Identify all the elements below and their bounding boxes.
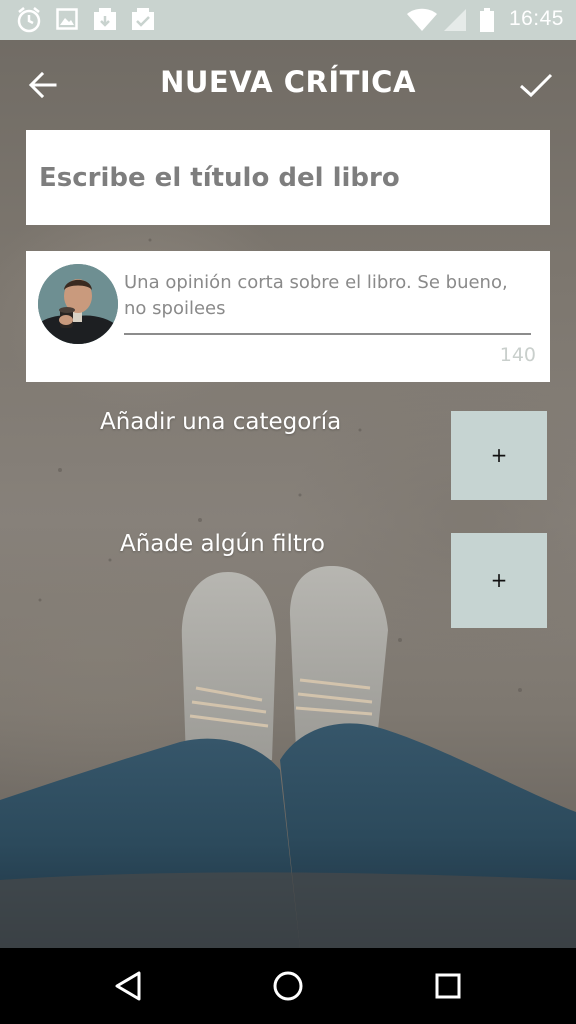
- battery-icon: [478, 7, 496, 37]
- download-icon: [92, 6, 118, 36]
- review-card: 140: [26, 251, 550, 382]
- recents-square-icon: [435, 973, 461, 999]
- check-icon: [519, 73, 553, 98]
- page-title: NUEVA CRÍTICA: [160, 65, 416, 99]
- navigation-bar: [0, 948, 576, 1024]
- checked-icon: [130, 6, 156, 36]
- review-input-underline: [124, 333, 531, 335]
- character-counter: 140: [499, 344, 536, 366]
- add-filter-button[interactable]: +: [451, 533, 547, 628]
- user-photo: [38, 264, 118, 344]
- nav-back-button[interactable]: [106, 966, 150, 1006]
- short-review-input[interactable]: [124, 270, 532, 332]
- status-time: 16:45: [508, 7, 564, 30]
- wifi-icon: [406, 8, 438, 36]
- status-bar: 16:45: [0, 0, 576, 40]
- home-circle-icon: [273, 971, 303, 1001]
- add-category-button[interactable]: +: [451, 411, 547, 500]
- nav-home-button[interactable]: [266, 966, 310, 1006]
- cell-signal-icon: [442, 8, 468, 36]
- add-filter-label: Añade algún filtro: [120, 531, 325, 557]
- back-triangle-icon: [115, 971, 141, 1001]
- alarm-icon: [16, 6, 42, 38]
- avatar[interactable]: [38, 264, 118, 344]
- image-icon: [56, 6, 78, 36]
- toolbar: NUEVA CRÍTICA: [0, 40, 576, 128]
- confirm-button[interactable]: [516, 64, 556, 106]
- nav-recents-button[interactable]: [426, 966, 470, 1006]
- book-title-input[interactable]: [26, 130, 550, 225]
- screen: 16:45 NUEVA CRÍTICA Escribe el título de…: [0, 0, 576, 1024]
- book-title-field: [26, 130, 550, 225]
- add-category-label: Añadir una categoría: [100, 409, 342, 435]
